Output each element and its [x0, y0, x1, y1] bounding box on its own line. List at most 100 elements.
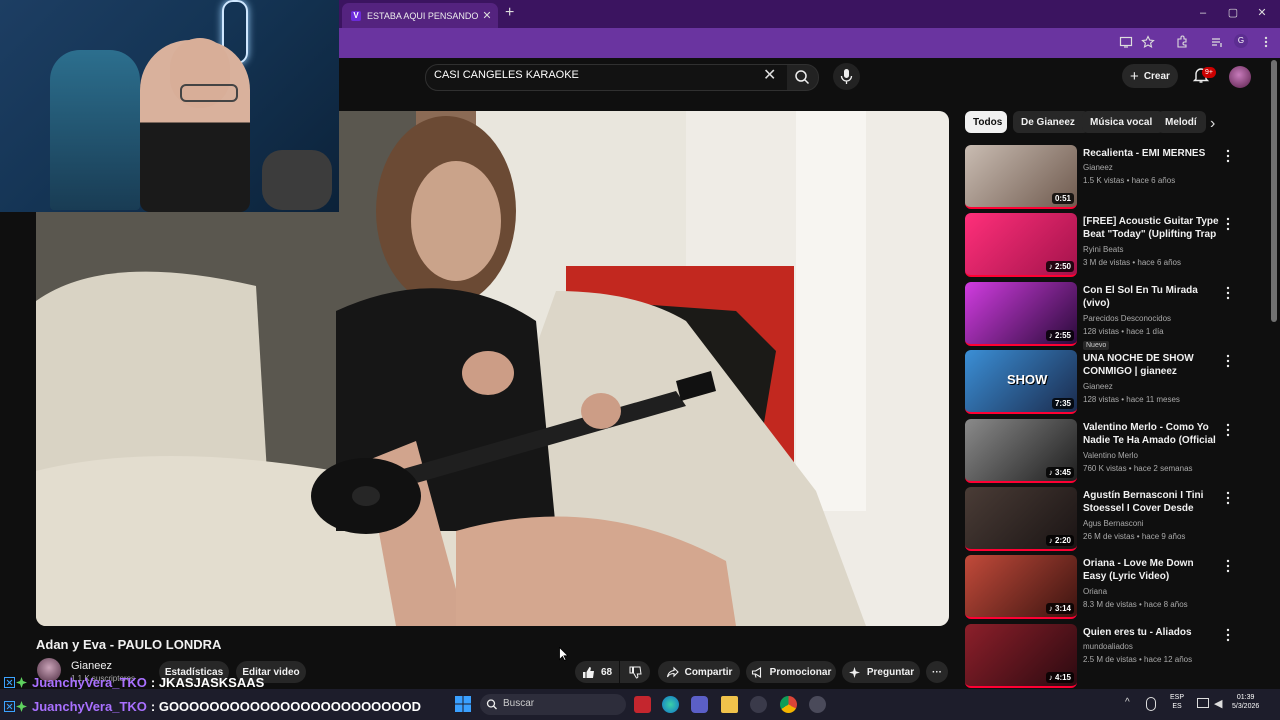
video-thumbnail[interactable]: ♪ 2:20 [965, 487, 1077, 551]
video-thumbnail[interactable]: SHOW 7:35 [965, 350, 1077, 414]
app-icon[interactable] [750, 696, 767, 713]
new-tab-button[interactable]: + [505, 5, 519, 21]
clock[interactable]: 01:39 5/3/2026 [1232, 693, 1259, 711]
file-explorer-icon[interactable] [721, 696, 738, 713]
recommended-channel-name[interactable]: Agus Bernasconi [1083, 519, 1143, 528]
more-actions-button[interactable]: ··· [926, 661, 948, 683]
recommended-video[interactable]: SHOW 7:35 UNA NOCHE DE SHOW CONMIGO | gian… [965, 350, 1255, 416]
recommended-video[interactable]: ♪ 2:50 [FREE] Acoustic Guitar Type Beat "… [965, 213, 1255, 279]
video-duration: ♪ 2:20 [1045, 535, 1074, 546]
chat-badge-icon [4, 677, 15, 688]
voice-search-button[interactable] [833, 63, 860, 90]
chip-todos[interactable]: Todos [965, 111, 1007, 133]
video-thumbnail[interactable]: ♪ 2:50 [965, 213, 1077, 277]
browser-toolbar [339, 28, 1280, 58]
chip-melodia[interactable]: Melodí [1157, 111, 1206, 133]
gaming-chair [50, 50, 140, 210]
edge-icon[interactable] [662, 696, 679, 713]
browser-tab[interactable]: V ESTABA AQUI PENSANDO DESDE ✕ [342, 3, 498, 28]
recommended-video[interactable]: ♪ 4:15 Quien eres tu - Aliados mundoaliado… [965, 624, 1255, 690]
recommended-video[interactable]: ♪ 2:20 Agustín Bernasconi I Tini Stoessel… [965, 487, 1255, 553]
taskbar-search-placeholder: Buscar [503, 698, 535, 709]
microphone-tray-icon[interactable] [1146, 697, 1156, 711]
recommended-video-title[interactable]: UNA NOCHE DE SHOW CONMIGO | gianeez [1083, 352, 1219, 378]
glasses [180, 84, 238, 102]
channel-name[interactable]: Gianeez [71, 660, 112, 672]
chat-text: : JKASJASKSAAS [150, 675, 265, 690]
recommended-channel-name[interactable]: Parecidos Desconocidos [1083, 314, 1171, 323]
video-thumbnail[interactable]: 0:51 [965, 145, 1077, 209]
recommended-channel-name[interactable]: Gianeez [1083, 163, 1113, 172]
taskbar-search-input[interactable] [480, 694, 626, 715]
network-icon[interactable] [1197, 698, 1209, 708]
recommended-video[interactable]: ♪ 3:14 Oriana - Love Me Down Easy (Lyric … [965, 555, 1255, 621]
minimize-button[interactable]: – [1193, 6, 1213, 20]
recommended-channel-name[interactable]: Oriana [1083, 587, 1107, 596]
chip-musica-vocal[interactable]: Música vocal [1082, 111, 1164, 133]
more-options-icon[interactable] [1225, 491, 1231, 505]
keyboard-language[interactable]: ESP ES [1170, 693, 1184, 711]
recommended-video-title[interactable]: Recalienta - EMI MERNES [1083, 147, 1219, 160]
playlist-icon[interactable] [1210, 35, 1224, 49]
video-thumbnail[interactable]: ♪ 4:15 [965, 624, 1077, 688]
recommended-video-title[interactable]: Quien eres tu - Aliados [1083, 626, 1219, 639]
recommended-channel-name[interactable]: Ryini Beats [1083, 245, 1123, 254]
clear-search-icon[interactable]: ✕ [763, 68, 777, 84]
recommended-channel-name[interactable]: Valentino Merlo [1083, 451, 1138, 460]
tray-chevron-up-icon[interactable]: ^ [1125, 697, 1130, 708]
recommended-video-title[interactable]: Valentino Merlo - Como Yo Nadie Te Ha Am… [1083, 421, 1219, 447]
teams-icon[interactable] [691, 696, 708, 713]
more-options-icon[interactable] [1225, 217, 1231, 231]
account-avatar[interactable] [1229, 66, 1251, 88]
video-thumbnail[interactable]: ♪ 3:45 [965, 419, 1077, 483]
more-options-icon[interactable] [1225, 149, 1231, 163]
create-button[interactable]: + Crear [1122, 64, 1178, 88]
new-badge: Nuevo [1083, 341, 1110, 350]
maximize-button[interactable]: ▢ [1223, 6, 1243, 20]
recommended-video-title[interactable]: Oriana - Love Me Down Easy (Lyric Video) [1083, 557, 1219, 583]
chat-message: JuanchyVera_TKO : GOOOOOOOOOOOOOOOOOOOOO… [4, 698, 421, 715]
like-button[interactable]: 68 [575, 661, 619, 683]
recommended-video[interactable]: ♪ 2:55 Con El Sol En Tu Mirada (vivo) Pare… [965, 282, 1255, 350]
recommended-channel-name[interactable]: mundoaliados [1083, 642, 1133, 651]
browser-menu-icon[interactable] [1259, 35, 1273, 49]
recommended-video-title[interactable]: Agustín Bernasconi I Tini Stoessel I Cov… [1083, 489, 1219, 515]
video-thumbnail[interactable]: ♪ 3:14 [965, 555, 1077, 619]
recommended-video-title[interactable]: [FREE] Acoustic Guitar Type Beat "Today"… [1083, 215, 1219, 241]
chrome-icon[interactable] [780, 696, 797, 713]
bookmark-star-icon[interactable] [1141, 35, 1155, 49]
extensions-icon[interactable] [1175, 35, 1189, 49]
more-options-icon[interactable] [1225, 286, 1231, 300]
recommended-channel-name[interactable]: Gianeez [1083, 382, 1113, 391]
close-window-button[interactable]: ✕ [1252, 6, 1272, 20]
clock-date: 5/3/2026 [1232, 703, 1260, 710]
start-button-icon[interactable] [455, 696, 471, 712]
volume-icon[interactable]: ◀ [1214, 697, 1222, 710]
settings-gear-icon[interactable] [809, 696, 826, 713]
page-scrollbar[interactable] [1271, 60, 1277, 322]
chip-de-gianeez[interactable]: De Gianeez [1013, 111, 1089, 133]
ask-button[interactable]: Preguntar [842, 661, 920, 683]
chips-next-chevron-icon[interactable]: › [1210, 116, 1224, 134]
video-thumbnail[interactable]: ♪ 2:55 [965, 282, 1077, 346]
more-options-icon[interactable] [1225, 423, 1231, 437]
profile-avatar[interactable]: G [1234, 34, 1248, 48]
recommended-video-meta: 128 vistas • hace 1 día [1083, 327, 1164, 336]
acrobat-icon[interactable] [634, 696, 651, 713]
chat-sparkle-badge-icon [16, 677, 27, 688]
share-icon [666, 666, 679, 677]
more-options-icon[interactable] [1225, 628, 1231, 642]
share-button[interactable]: Compartir [658, 661, 740, 683]
recommended-video-title[interactable]: Con El Sol En Tu Mirada (vivo) [1083, 284, 1219, 310]
recommended-video-meta: 26 M de vistas • hace 9 años [1083, 532, 1186, 541]
promote-button[interactable]: Promocionar [746, 661, 836, 683]
cast-icon[interactable] [1119, 35, 1133, 49]
more-options-icon[interactable] [1225, 354, 1231, 368]
more-options-icon[interactable] [1225, 559, 1231, 573]
recommended-video[interactable]: 0:51 Recalienta - EMI MERNES Gianeez 1.5 K … [965, 145, 1255, 211]
recommended-video[interactable]: ♪ 3:45 Valentino Merlo - Como Yo Nadie Te… [965, 419, 1255, 485]
dislike-button[interactable] [620, 661, 650, 683]
tab-close-icon[interactable]: ✕ [480, 9, 494, 22]
chat-sparkle-badge-icon [16, 701, 27, 712]
search-button[interactable] [787, 64, 819, 91]
